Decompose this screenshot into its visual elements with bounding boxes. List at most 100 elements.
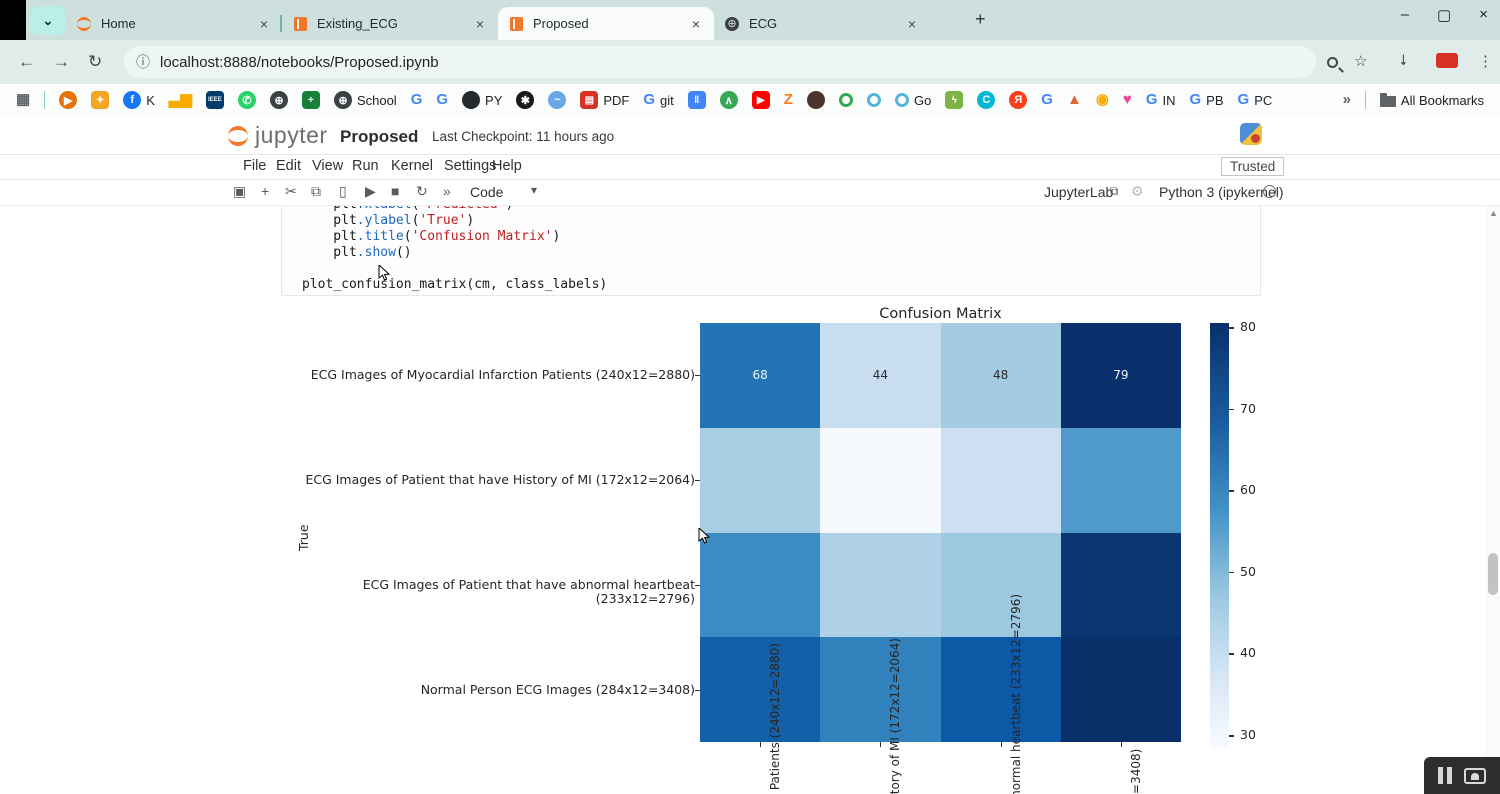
trusted-badge[interactable]: Trusted [1221, 157, 1284, 176]
restart-run-all-icon[interactable]: » [443, 183, 451, 199]
scrollbar-thumb[interactable] [1488, 553, 1498, 595]
gear-icon[interactable]: ⚙ [1131, 183, 1144, 200]
code-cell[interactable]: plt.xlabel('Predicted') plt.ylabel('True… [281, 206, 1261, 296]
bookmark-item-4[interactable]: fK [123, 91, 155, 109]
browser-tab-ecg[interactable]: ⊕ECG× [714, 7, 930, 40]
browser-menu-icon[interactable]: ⋮ [1478, 52, 1493, 70]
bookmark-favicon-icon: G [1190, 91, 1202, 109]
bookmark-item-12[interactable]: G [436, 91, 448, 109]
jupyter-logo[interactable]: jupyter [228, 122, 328, 149]
code-editor[interactable]: plt.xlabel('Predicted') plt.ylabel('True… [302, 206, 607, 293]
cut-cell-icon[interactable]: ✂ [285, 183, 297, 200]
bookmark-item-29[interactable]: G [1041, 91, 1053, 109]
bookmark-item-26[interactable]: ϟ [945, 91, 963, 109]
bookmark-item-34[interactable]: GPB [1190, 91, 1224, 109]
bookmark-item-21[interactable]: Z [784, 91, 793, 109]
bookmark-item-18[interactable]: ‖ [688, 91, 706, 109]
tab-close-icon[interactable]: × [904, 16, 920, 32]
back-button[interactable]: ← [18, 52, 35, 72]
minimize-button[interactable]: – [1401, 6, 1409, 24]
bookmark-label: PDF [603, 93, 629, 108]
bookmark-item-25[interactable]: Go [895, 93, 931, 108]
menu-edit[interactable]: Edit [276, 158, 301, 174]
heatmap-cell-r1c2 [941, 428, 1061, 533]
run-cell-icon[interactable]: ▶ [365, 183, 376, 200]
bookmark-item-7[interactable]: ✆ [238, 91, 256, 109]
chevron-down-icon[interactable]: ▾ [531, 183, 537, 197]
cell-type-select[interactable]: Code [470, 184, 503, 200]
zoom-icon[interactable] [1327, 55, 1338, 72]
profile-icon[interactable] [1240, 123, 1262, 145]
bookmark-item-33[interactable]: GIN [1146, 91, 1176, 109]
bookmark-item-2[interactable]: ▶ [59, 91, 77, 109]
menu-kernel[interactable]: Kernel [391, 158, 433, 174]
bookmark-item-10[interactable]: ⊕School [334, 91, 397, 109]
bookmark-item-6[interactable]: IEEE [206, 91, 224, 109]
restart-kernel-icon[interactable]: ↻ [416, 183, 428, 200]
browser-tab-proposed[interactable]: Proposed× [498, 7, 714, 40]
menu-view[interactable]: View [312, 158, 343, 174]
bookmark-item-11[interactable]: G [411, 91, 423, 109]
save-icon[interactable]: ▣ [233, 183, 246, 200]
forward-button[interactable]: → [53, 52, 70, 72]
bookmark-item-35[interactable]: GPC [1238, 91, 1273, 109]
bookmark-item-23[interactable] [839, 93, 853, 107]
page-scrollbar[interactable] [1486, 206, 1500, 794]
tab-list: Home×Existing_ECG×Proposed×⊕ECG× [66, 7, 930, 40]
tab-close-icon[interactable]: × [256, 16, 272, 32]
all-bookmarks-button[interactable]: All Bookmarks [1380, 93, 1484, 108]
tab-search-button[interactable]: ⌄ [30, 6, 66, 35]
copy-cell-icon[interactable]: ⧉ [311, 183, 321, 200]
scrollbar-up-arrow[interactable]: ▲ [1489, 208, 1498, 218]
bookmark-item-13[interactable]: PY [462, 91, 502, 109]
bookmark-item-31[interactable]: ◉ [1096, 91, 1109, 109]
bookmark-item-16[interactable]: ▤PDF [580, 91, 629, 109]
bookmark-item-14[interactable]: ✱ [516, 91, 534, 109]
maximize-button[interactable]: ▢ [1437, 6, 1451, 24]
url-input[interactable]: ⓘ localhost:8888/notebooks/Proposed.ipyn… [124, 46, 1316, 78]
bookmark-item-9[interactable]: + [302, 91, 320, 109]
paste-cell-icon[interactable]: ▯ [339, 183, 347, 200]
new-tab-button[interactable]: + [975, 9, 986, 30]
bookmark-item-19[interactable]: ∧ [720, 91, 738, 109]
bookmark-item-3[interactable]: ✦ [91, 91, 109, 109]
insert-cell-icon[interactable]: + [261, 183, 269, 199]
bookmark-item-24[interactable] [867, 93, 881, 107]
pause-button[interactable] [1438, 767, 1452, 784]
open-jupyterlab-link[interactable]: JupyterLab [1044, 184, 1113, 200]
bookmark-item-28[interactable]: Я [1009, 91, 1027, 109]
bookmark-item-20[interactable]: ▶ [752, 91, 770, 109]
bookmark-item-27[interactable]: C [977, 91, 995, 109]
bookmark-item-0[interactable]: ▦ [16, 91, 30, 109]
notebook-title[interactable]: Proposed [340, 127, 418, 147]
close-button[interactable]: × [1479, 6, 1488, 24]
y-tick-label-3: Normal Person ECG Images (284x12=3408) [295, 683, 695, 697]
site-info-icon[interactable]: ⓘ [136, 52, 150, 72]
tab-close-icon[interactable]: × [472, 16, 488, 32]
menu-file[interactable]: File [243, 158, 266, 174]
browser-tab-existing_ecg[interactable]: Existing_ECG× [282, 7, 498, 40]
bookmarks-overflow-button[interactable]: » [1343, 91, 1351, 109]
bookmark-favicon-icon: ‖ [688, 91, 706, 109]
bookmark-item-5[interactable]: ▃▆ [169, 91, 192, 109]
downloads-icon[interactable]: ⭣ [1400, 52, 1407, 69]
bookmark-item-8[interactable]: ⊕ [270, 91, 288, 109]
bookmark-item-32[interactable]: ♥ [1123, 91, 1132, 109]
x-tick-label-2: ECG Images of Patient that have abnormal… [1009, 752, 1023, 794]
reload-button[interactable]: ↻ [88, 52, 102, 72]
menu-run[interactable]: Run [352, 158, 379, 174]
bookmark-item-15[interactable]: ~ [548, 91, 566, 109]
picture-in-picture-button[interactable] [1464, 768, 1486, 784]
menu-settings[interactable]: Settings [444, 158, 496, 174]
menu-help[interactable]: Help [492, 158, 522, 174]
extension-icon[interactable] [1436, 53, 1458, 68]
browser-tab-home[interactable]: Home× [66, 7, 282, 40]
heatmap-cell-r1c3 [1061, 428, 1181, 533]
bookmark-item-22[interactable] [807, 91, 825, 109]
tab-close-icon[interactable]: × [688, 16, 704, 32]
bookmark-favicon-icon: G [1146, 91, 1158, 109]
bookmark-star-icon[interactable]: ☆ [1354, 52, 1367, 70]
bookmark-item-30[interactable]: ▲ [1067, 91, 1082, 109]
stop-kernel-icon[interactable]: ■ [391, 183, 399, 199]
bookmark-item-17[interactable]: Ggit [643, 91, 673, 109]
